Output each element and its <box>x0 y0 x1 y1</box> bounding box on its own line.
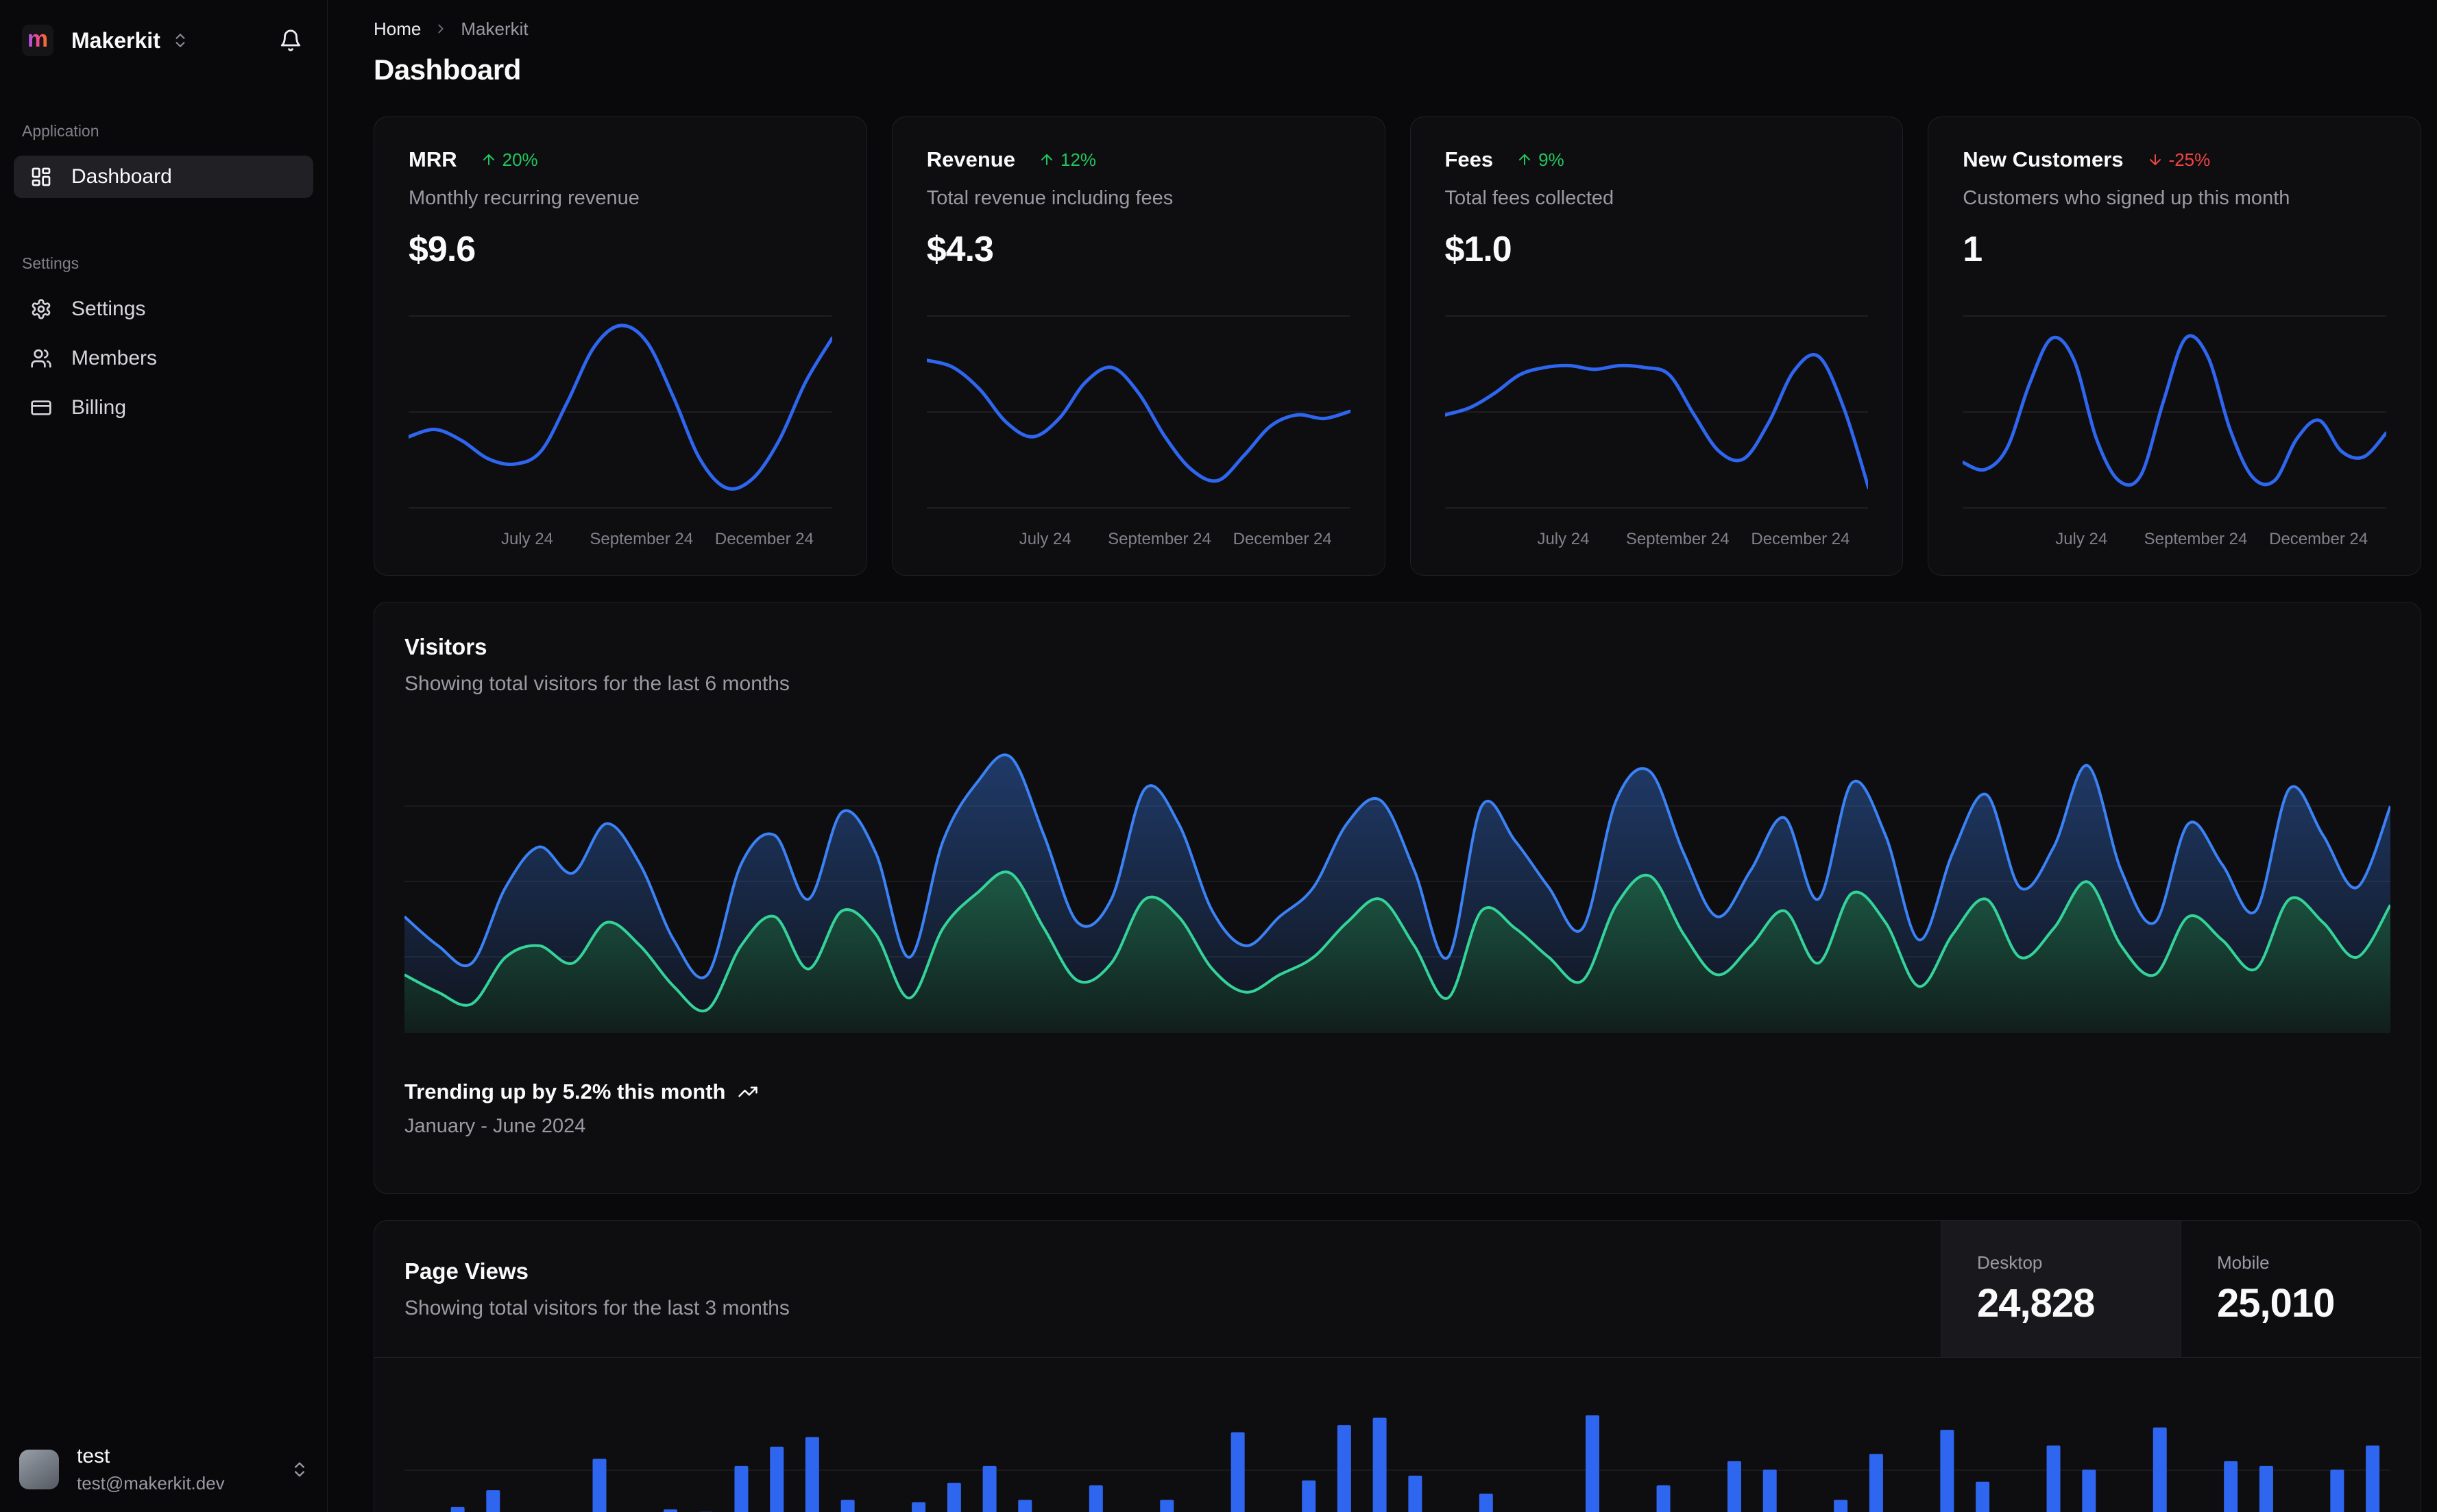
users-icon <box>31 349 51 368</box>
stat-card-revenue: Revenue 12% Total revenue including fees… <box>891 117 1385 576</box>
breadcrumb-current: Makerkit <box>461 18 529 39</box>
tab-desktop[interactable]: Desktop 24,828 <box>1941 1221 2181 1357</box>
chevron-right-icon <box>433 21 448 36</box>
workspace-header: m Makerkit <box>0 0 327 56</box>
stat-value: $1.0 <box>1444 230 1512 269</box>
sparkline-chart: July 24 September 24 December 24 <box>409 309 832 552</box>
sidebar-item-label: Members <box>71 347 158 369</box>
app-logo: m <box>22 25 53 56</box>
arrow-down-icon <box>2149 154 2161 165</box>
dashboard-icon <box>32 167 51 186</box>
stat-description: Total revenue including fees <box>926 187 1174 209</box>
sidebar-item-members[interactable]: Members <box>14 337 313 380</box>
stat-card-fees: Fees 9% Total fees collected $1.0 July 2… <box>1409 117 1904 576</box>
chevrons-up-down-icon <box>295 1462 304 1477</box>
breadcrumb: Home Makerkit <box>374 15 2421 42</box>
sparkline-chart: July 24 September 24 December 24 <box>1444 309 1869 552</box>
sparkline-axis-labels: July 24 September 24 December 24 <box>500 530 814 548</box>
user-email: test@makerkit.dev <box>77 1473 225 1494</box>
visitors-date-range: January - June 2024 <box>404 1115 586 1137</box>
user-name: test <box>77 1445 110 1468</box>
stat-description: Monthly recurring revenue <box>409 187 640 209</box>
desktop-total: 24,828 <box>1977 1280 2095 1326</box>
stat-value: $4.3 <box>926 230 994 269</box>
trending-up-icon <box>738 1086 758 1097</box>
arrow-up-icon <box>1041 154 1052 165</box>
avatar <box>19 1449 59 1489</box>
stat-title: MRR <box>409 147 457 171</box>
user-menu[interactable]: test test@makerkit.dev <box>0 1425 327 1512</box>
trend-badge: -25% <box>2147 149 2210 171</box>
tab-mobile[interactable]: Mobile 25,010 <box>2181 1221 2421 1357</box>
arrow-up-icon <box>483 154 494 165</box>
bell-icon <box>280 29 301 51</box>
workspace-name: Makerkit <box>71 27 160 53</box>
visitors-footer: Trending up by 5.2% this month January -… <box>404 1080 2390 1138</box>
user-meta: test test@makerkit.dev <box>77 1443 225 1496</box>
visitors-area-chart <box>404 727 2390 1042</box>
visitors-panel: Visitors Showing total visitors for the … <box>374 602 2421 1194</box>
sparkline-axis-labels: July 24 September 24 December 24 <box>1537 530 1850 548</box>
gear-icon <box>32 299 51 319</box>
stat-value: $9.6 <box>409 230 476 269</box>
stat-description: Total fees collected <box>1444 187 1614 209</box>
chevrons-up-down-icon <box>175 34 185 47</box>
logo-letter: m <box>27 26 49 52</box>
sidebar-item-billing[interactable]: Billing <box>14 387 313 429</box>
credit-card-icon <box>31 400 51 415</box>
visitors-title: Visitors <box>404 634 487 659</box>
sidebar-item-label: Billing <box>71 396 127 419</box>
stats-grid: MRR 20% Monthly recurring revenue $9.6 J… <box>374 117 2421 576</box>
stat-title: Revenue <box>926 147 1015 171</box>
sidebar-item-label: Settings <box>71 297 146 320</box>
page-views-header: Page Views Showing total visitors for th… <box>374 1221 2421 1358</box>
page-views-tabs: Desktop 24,828 Mobile 25,010 <box>1941 1221 2421 1357</box>
stat-title: Fees <box>1444 147 1494 171</box>
main-content: Home Makerkit Dashboard MRR 20% Monthly … <box>328 0 2437 1512</box>
page-views-subtitle: Showing total visitors for the last 3 mo… <box>404 1296 790 1319</box>
sparkline-chart: July 24 September 24 December 24 <box>1963 309 2386 552</box>
mobile-total: 25,010 <box>2217 1280 2335 1326</box>
nav-section-application: Application <box>22 122 99 140</box>
sidebar-item-label: Dashboard <box>71 165 172 188</box>
page-views-title: Page Views <box>404 1258 529 1284</box>
stat-card-new-customers: New Customers -25% Customers who signed … <box>1928 117 2421 576</box>
trend-badge: 12% <box>1039 149 1096 171</box>
sidebar: m Makerkit Application Dashboard Setting… <box>0 0 328 1512</box>
nav-section-settings: Settings <box>22 254 80 272</box>
stat-card-mrr: MRR 20% Monthly recurring revenue $9.6 J… <box>374 117 867 576</box>
stat-title: New Customers <box>1963 147 2124 171</box>
workspace-selector[interactable] <box>171 32 189 49</box>
sparkline-axis-labels: July 24 September 24 December 24 <box>1019 530 1332 548</box>
page-views-bar-chart <box>374 1358 2421 1512</box>
breadcrumb-home[interactable]: Home <box>374 19 421 40</box>
trend-badge: 20% <box>481 149 538 171</box>
stat-value: 1 <box>1963 230 1983 269</box>
stat-description: Customers who signed up this month <box>1963 187 2290 209</box>
arrow-up-icon <box>1519 154 1531 165</box>
visitors-trend-text: Trending up by 5.2% this month <box>404 1080 726 1103</box>
trend-badge: 9% <box>1516 149 1564 171</box>
sidebar-item-dashboard[interactable]: Dashboard <box>14 156 313 198</box>
user-menu-caret <box>290 1460 309 1479</box>
sidebar-item-settings[interactable]: Settings <box>14 288 313 330</box>
visitors-subtitle: Showing total visitors for the last 6 mo… <box>404 672 790 695</box>
sparkline-axis-labels: July 24 September 24 December 24 <box>2055 530 2368 548</box>
page-title: Dashboard <box>374 53 521 86</box>
notifications-button[interactable] <box>279 29 302 52</box>
page-views-panel: Page Views Showing total visitors for th… <box>374 1220 2421 1512</box>
sidebar-nav: Application Dashboard Settings Settings … <box>0 56 327 436</box>
sparkline-chart: July 24 September 24 December 24 <box>926 309 1350 552</box>
